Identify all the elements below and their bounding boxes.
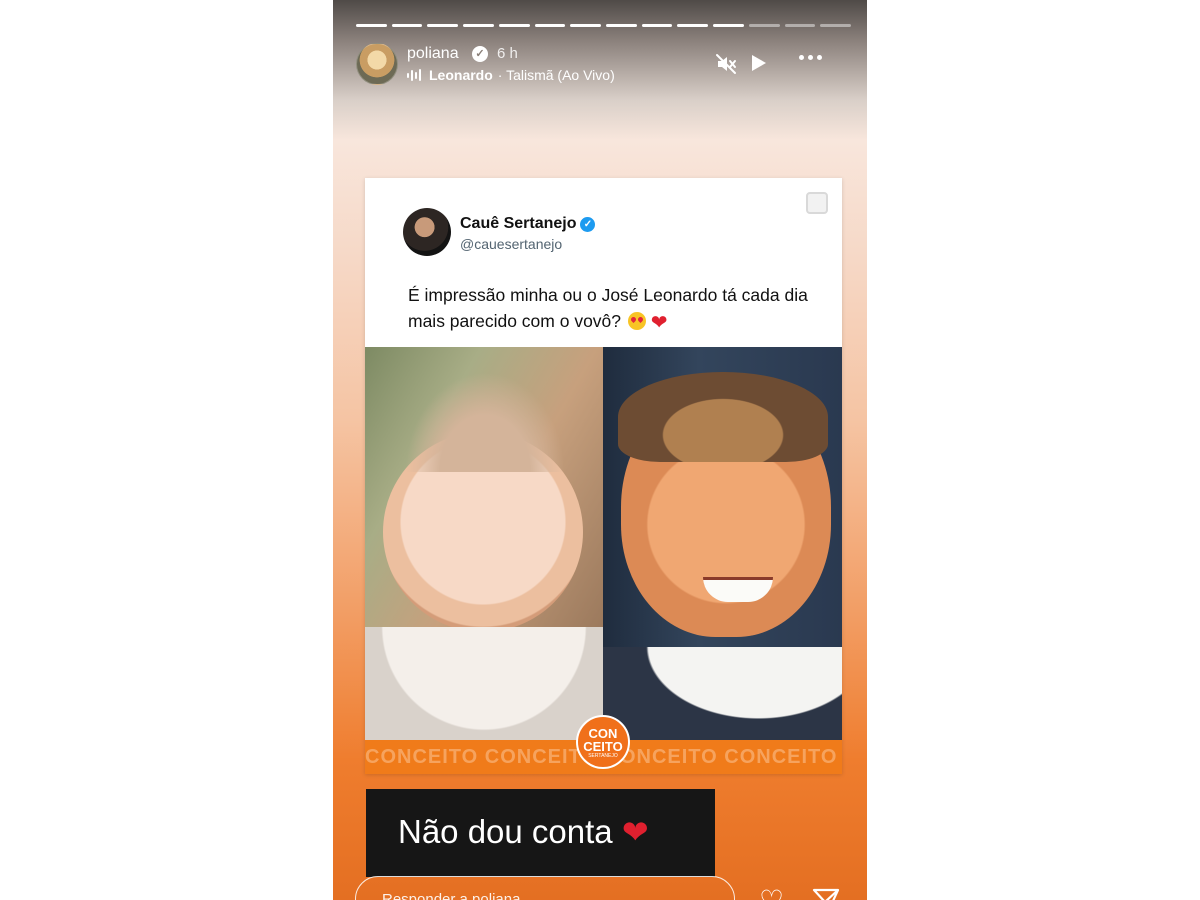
tweet-author-row: Cauê Sertanejo ✓ bbox=[460, 215, 596, 233]
music-track: · Talismã (Ao Vivo) bbox=[497, 67, 615, 83]
progress-segment bbox=[391, 24, 423, 27]
caption-sticker: Não dou conta ❤ bbox=[366, 789, 715, 877]
caption-text: Não dou conta bbox=[398, 813, 613, 850]
music-artist: Leonardo bbox=[429, 67, 493, 83]
tweet-author-name: Cauê Sertanejo bbox=[460, 215, 577, 232]
audio-wave-icon bbox=[407, 69, 421, 81]
progress-segment bbox=[713, 24, 744, 27]
music-attribution[interactable]: Leonardo · Talismã (Ao Vivo) bbox=[407, 67, 615, 83]
progress-segment bbox=[427, 24, 459, 27]
progress-segment bbox=[534, 24, 566, 27]
comparison-photos bbox=[365, 347, 842, 740]
baby-photo bbox=[365, 347, 603, 740]
progress-segment bbox=[463, 24, 494, 27]
progress-segment bbox=[820, 24, 852, 27]
heart-eyes-emoji-icon bbox=[627, 312, 646, 330]
caption-line: Não dou conta ❤ bbox=[398, 813, 649, 851]
tweet-handle: @cauesertanejo bbox=[460, 236, 563, 252]
heart-icon[interactable]: ♡ bbox=[759, 887, 784, 900]
red-heart-icon: ❤ bbox=[650, 312, 668, 334]
post-time: 6 h bbox=[497, 45, 518, 62]
brand-logo-line2: CEITO bbox=[583, 739, 623, 754]
verified-badge-icon: ✓ bbox=[580, 216, 596, 232]
progress-segment bbox=[606, 24, 637, 27]
shared-tweet-card: Cauê Sertanejo ✓ @cauesertanejo É impres… bbox=[365, 178, 842, 774]
progress-segment bbox=[784, 24, 816, 27]
send-icon[interactable] bbox=[811, 886, 841, 900]
tweet-avatar bbox=[403, 208, 451, 256]
red-heart-icon: ❤ bbox=[621, 814, 649, 850]
play-icon[interactable] bbox=[747, 52, 769, 79]
progress-segment bbox=[677, 24, 709, 27]
progress-segment bbox=[570, 24, 602, 27]
more-options-icon[interactable] bbox=[799, 55, 822, 60]
user-avatar[interactable] bbox=[356, 43, 398, 85]
progress-segment bbox=[641, 24, 673, 27]
story-viewer: poliana ✓ 6 h Leonardo · Talismã (Ao Viv… bbox=[333, 0, 867, 900]
progress-segment bbox=[356, 24, 387, 27]
username[interactable]: poliana bbox=[407, 45, 459, 63]
story-progress-bar bbox=[356, 24, 852, 27]
tweet-text: É impressão minha ou o José Leonardo tá … bbox=[408, 285, 808, 331]
brand-logo: CON CEITO SERTANEJO bbox=[576, 715, 630, 769]
progress-segment bbox=[498, 24, 530, 27]
verified-icon: ✓ bbox=[472, 46, 488, 62]
progress-segment bbox=[748, 24, 780, 27]
reply-input[interactable]: Responder a poliana... bbox=[355, 876, 735, 900]
mute-icon[interactable] bbox=[714, 52, 738, 81]
copy-icon bbox=[806, 192, 828, 214]
man-photo bbox=[603, 347, 842, 740]
story-header: poliana ✓ 6 h Leonardo · Talismã (Ao Viv… bbox=[356, 42, 847, 86]
tweet-text-block: É impressão minha ou o José Leonardo tá … bbox=[408, 282, 808, 336]
